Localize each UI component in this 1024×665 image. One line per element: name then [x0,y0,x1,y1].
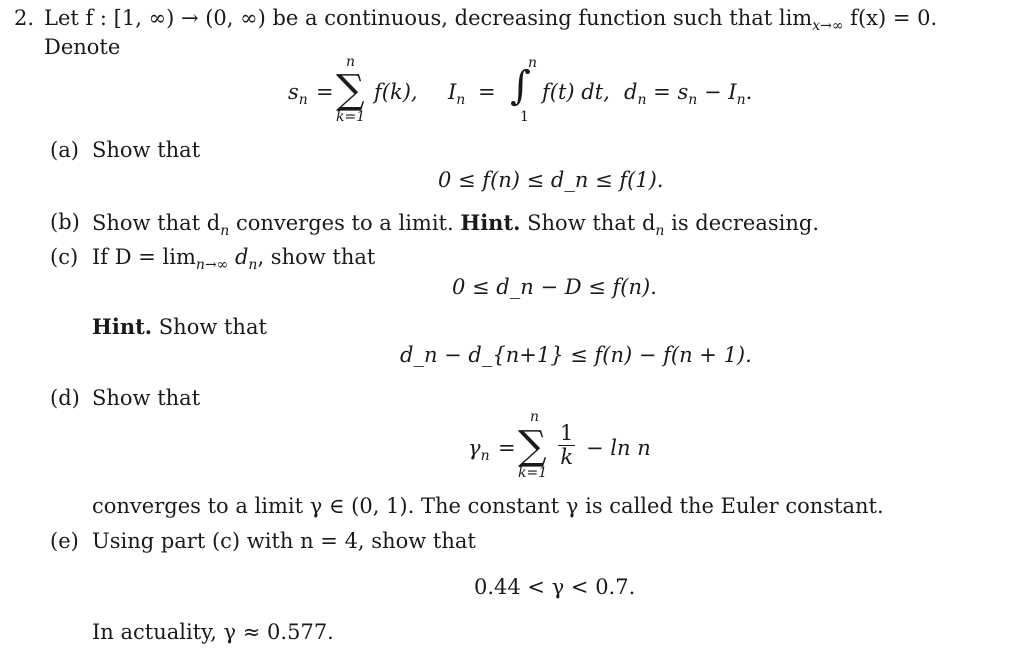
equals: = [316,80,334,104]
I-symbol: In [448,80,466,108]
part-a-text: Show that [92,138,201,162]
intro-text-end: f(x) = 0. [843,6,938,30]
s-symbol: sn [288,80,308,108]
part-c-hint: Hint. Show that [92,314,267,339]
part-c-label: (c) [50,245,79,269]
part-c-hint-display: d_n − d_{n+1} ≤ f(n) − f(n + 1). [400,343,752,367]
part-c-text: If D = limn→∞ dn, show that [92,245,376,273]
ln-term: − ln n [586,436,651,460]
hint-label: Hint. [92,314,153,339]
sum-upper: n [530,409,540,425]
sum-lower: k=1 [336,109,366,125]
part-e-label: (e) [50,529,79,553]
hint-label: Hint. [460,210,521,235]
integral-icon: ∫ [510,63,531,109]
d-definition: dn = sn − In. [624,80,753,108]
intro-lim-subscript: x→∞ [812,18,844,34]
part-b-text: Show that dn converges to a limit. Hint.… [92,210,820,239]
sum-body: f(k), [374,80,418,104]
integral-body: f(t) dt, [542,80,610,104]
problem-intro-line1: Let f : [1, ∞) → (0, ∞) be a continuous,… [44,6,938,34]
part-b-label: (b) [50,210,80,234]
part-c-display: 0 ≤ d_n − D ≤ f(n). [452,275,657,299]
part-e-display: 0.44 < γ < 0.7. [474,575,636,599]
closing-remark: In actuality, γ ≈ 0.577. [92,620,334,644]
sum-icon: ∑ [518,423,547,469]
part-a-display: 0 ≤ f(n) ≤ d_n ≤ f(1). [438,168,664,192]
part-d-display: γn = n ∑ k=1 1 k − ln n [468,408,668,484]
part-e-text: Using part (c) with n = 4, show that [92,529,476,553]
sum-icon: ∑ [336,67,365,113]
part-d-text: Show that [92,386,201,410]
part-d-label: (d) [50,386,80,410]
gamma-n: γn [468,436,490,464]
part-a-label: (a) [50,138,79,162]
part-d-followup: converges to a limit γ ∈ (0, 1). The con… [92,494,884,518]
problem-intro-line2: Denote [44,35,121,59]
fraction: 1 k [558,421,576,470]
intro-text: Let f : [1, ∞) → (0, ∞) be a continuous,… [44,6,813,30]
sum-lower: k=1 [518,465,548,481]
equals: = [498,436,516,460]
problem-number: 2. [14,6,35,30]
integral-upper: n [528,55,538,71]
equals: = [478,80,496,104]
integral-lower: 1 [520,109,529,125]
